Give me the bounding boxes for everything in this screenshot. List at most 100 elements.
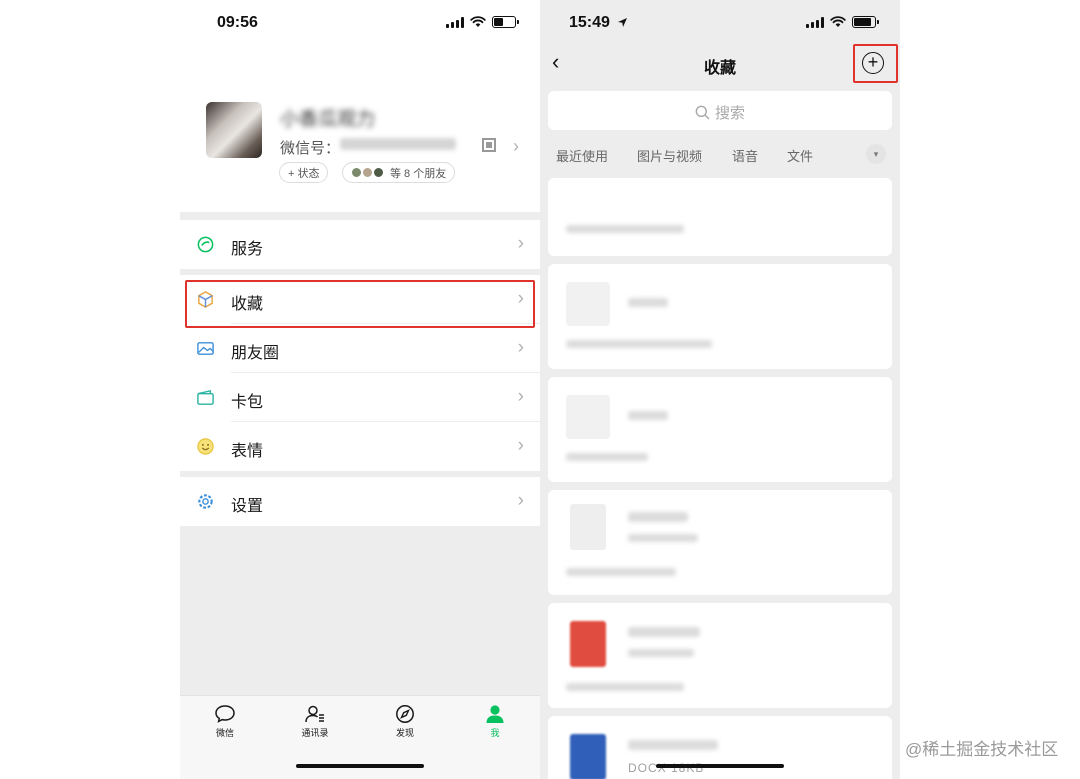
favorite-item[interactable] [548, 603, 892, 708]
services-icon [197, 236, 214, 253]
chat-bubble-icon [215, 705, 235, 723]
filter-tabs: 最近使用 图片与视频 语音 文件 ▾ [556, 144, 886, 166]
menu-label: 表情 [231, 443, 264, 460]
menu-label: 设置 [231, 498, 264, 515]
favorite-item[interactable] [548, 264, 892, 369]
page-title: 收藏 [703, 60, 736, 77]
friends-status-pill[interactable]: 等 8 个朋友 [342, 162, 456, 183]
moments-photo-icon [197, 342, 214, 355]
chevron-right-icon: › [517, 233, 524, 254]
menu-item-stickers[interactable]: 表情 › [180, 422, 540, 471]
menu-item-cards[interactable]: 卡包 › [180, 373, 540, 422]
menu-item-moments[interactable]: 朋友圈 › [180, 324, 540, 373]
qr-code-icon[interactable] [482, 138, 496, 152]
tab-label: 我 [490, 728, 500, 738]
tab-chats[interactable]: 微信 [195, 704, 255, 739]
word-file-icon [570, 734, 606, 779]
person-icon [486, 705, 504, 723]
status-icons [446, 16, 519, 28]
blurred-meta [566, 340, 712, 348]
tab-bar: 微信 通讯录 发现 我 [180, 695, 540, 779]
profile-header: 09:56 小香瓜观力 微信号： › + 状态 等 8 个朋友 [180, 0, 540, 212]
friend-avatar [362, 167, 373, 178]
status-icons [806, 16, 879, 28]
favorites-highlight-annotation [185, 280, 535, 328]
chevron-right-icon[interactable]: › [513, 136, 519, 157]
chevron-right-icon: › [517, 435, 524, 456]
menu-label: 服务 [231, 241, 264, 258]
status-time: 15:49 [569, 14, 610, 31]
status-button[interactable]: + 状态 [279, 162, 329, 183]
tab-contacts[interactable]: 通讯录 [285, 704, 345, 739]
status-bar: 09:56 [180, 0, 540, 46]
menu-label: 朋友圈 [231, 345, 280, 362]
search-icon [695, 105, 710, 120]
battery-icon [492, 16, 519, 28]
home-indicator [296, 764, 424, 768]
friend-avatar [351, 167, 362, 178]
card-wallet-icon [197, 389, 214, 405]
chevron-down-icon[interactable]: ▾ [866, 144, 886, 164]
menu-item-services[interactable]: 服务 › [180, 220, 540, 269]
battery-icon [852, 16, 879, 28]
tab-label: 微信 [215, 728, 234, 738]
nickname: 小香瓜观力 [280, 109, 376, 130]
add-button-highlight-annotation [853, 44, 898, 83]
blurred-title [628, 298, 668, 307]
contacts-icon [305, 705, 324, 723]
favorite-item[interactable]: DOCX 18KB [548, 716, 892, 779]
item-thumbnail [566, 395, 610, 439]
friends-text: 等 8 个朋友 [390, 167, 447, 180]
search-bar[interactable]: 搜索 [548, 91, 892, 130]
services-group: 服务 › [180, 220, 540, 269]
watermark: @稀土掘金技术社区 [905, 740, 1059, 759]
location-arrow-icon [618, 18, 627, 27]
right-phone-screen: 15:49 ‹ 收藏 + 搜索 最近使用 图片与视频 语音 文件 ▾ DOCX … [540, 0, 900, 779]
avatar[interactable] [206, 102, 262, 158]
favorite-item[interactable] [548, 178, 892, 256]
wifi-icon [470, 16, 486, 27]
favorite-item[interactable] [548, 377, 892, 482]
blurred-meta [566, 683, 684, 691]
blurred-meta [566, 453, 648, 461]
friend-avatar [373, 167, 384, 178]
blurred-meta [628, 534, 698, 542]
blurred-meta [566, 225, 684, 233]
menu-label: 卡包 [231, 394, 264, 411]
blurred-title [628, 627, 700, 637]
blurred-title [628, 411, 668, 420]
signal-icon [806, 16, 824, 28]
tab-me[interactable]: 我 [465, 704, 525, 739]
status-bar: 15:49 [540, 0, 900, 46]
wechat-id-value-blurred [340, 138, 456, 150]
pdf-file-icon [570, 621, 606, 667]
smiley-icon [197, 438, 214, 455]
signal-icon [446, 16, 464, 28]
gear-icon [198, 494, 213, 509]
settings-group: 设置 › [180, 477, 540, 526]
chevron-right-icon: › [517, 386, 524, 407]
tab-label: 发现 [395, 728, 414, 738]
filter-voice[interactable]: 语音 [732, 146, 758, 165]
menu-item-settings[interactable]: 设置 › [180, 477, 540, 526]
file-doc-icon [570, 504, 606, 550]
filter-files[interactable]: 文件 [787, 146, 813, 165]
compass-icon [396, 705, 414, 723]
wifi-icon [830, 16, 846, 27]
item-thumbnail [566, 282, 610, 326]
blurred-meta [566, 568, 676, 576]
left-phone-screen: 09:56 小香瓜观力 微信号： › + 状态 等 8 个朋友 服务 › 收藏 [180, 0, 540, 779]
chevron-right-icon: › [517, 490, 524, 511]
tab-label: 通讯录 [301, 728, 329, 738]
blurred-title [628, 512, 688, 522]
filter-photos-videos[interactable]: 图片与视频 [637, 146, 702, 165]
blurred-meta [628, 649, 694, 657]
wechat-id-label: 微信号： [280, 140, 341, 157]
filter-recent[interactable]: 最近使用 [556, 146, 608, 165]
tab-discover[interactable]: 发现 [375, 704, 435, 739]
home-indicator [656, 764, 784, 768]
status-time: 09:56 [217, 14, 258, 31]
favorite-item[interactable] [548, 490, 892, 595]
chevron-right-icon: › [517, 337, 524, 358]
search-placeholder: 搜索 [714, 105, 745, 122]
